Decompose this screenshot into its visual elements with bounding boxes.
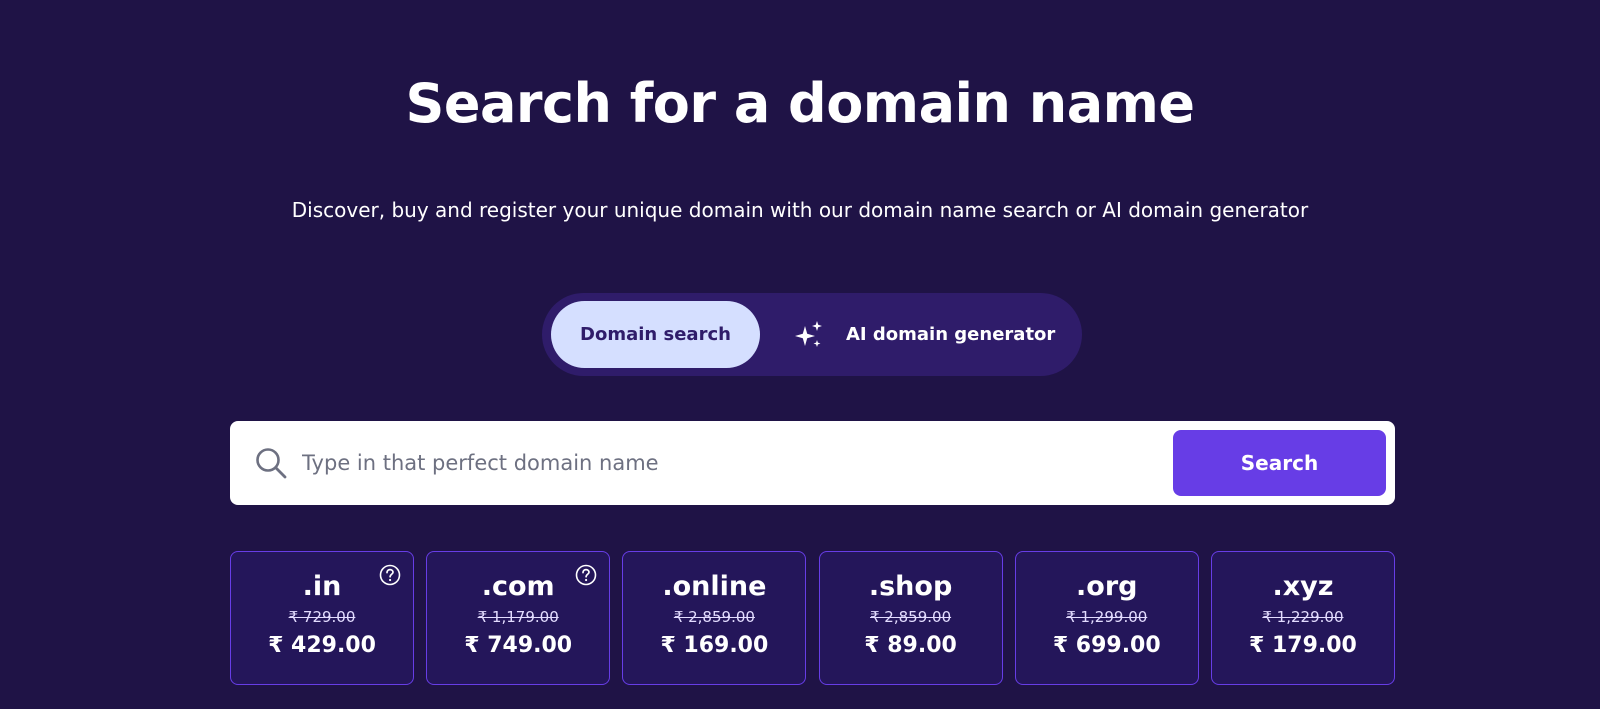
tld-price: ₹ 699.00 bbox=[1052, 633, 1161, 658]
page-subtitle: Discover, buy and register your unique d… bbox=[291, 198, 1309, 222]
domain-search-bar: Search bbox=[230, 421, 1395, 505]
tld-old-price: ₹ 2,859.00 bbox=[870, 608, 952, 626]
tab-domain-search-label: Domain search bbox=[580, 324, 731, 345]
page-title: Search for a domain name bbox=[405, 72, 1195, 135]
tld-old-price: ₹ 1,229.00 bbox=[1262, 608, 1344, 626]
help-icon[interactable] bbox=[575, 564, 597, 586]
domain-search-page: Search for a domain name Discover, buy a… bbox=[0, 0, 1600, 709]
tld-price: ₹ 89.00 bbox=[864, 633, 957, 658]
tld-price-list: .in ₹ 729.00 ₹ 429.00 .com ₹ 1,179.00 ₹ … bbox=[230, 551, 1395, 685]
sparkle-icon bbox=[794, 320, 824, 350]
tld-price: ₹ 169.00 bbox=[660, 633, 769, 658]
help-icon[interactable] bbox=[379, 564, 401, 586]
tab-ai-domain-generator[interactable]: AI domain generator bbox=[772, 301, 1072, 368]
tld-old-price: ₹ 729.00 bbox=[288, 608, 356, 626]
tld-card-com[interactable]: .com ₹ 1,179.00 ₹ 749.00 bbox=[426, 551, 611, 685]
tab-ai-domain-generator-label: AI domain generator bbox=[846, 324, 1056, 345]
tld-card-online[interactable]: .online ₹ 2,859.00 ₹ 169.00 bbox=[622, 551, 807, 685]
search-mode-toggle: Domain search AI domain generator bbox=[542, 293, 1082, 376]
tab-domain-search[interactable]: Domain search bbox=[551, 301, 760, 368]
search-button[interactable]: Search bbox=[1173, 430, 1386, 496]
tld-name: .org bbox=[1076, 571, 1138, 602]
tld-name: .xyz bbox=[1272, 571, 1334, 602]
tld-price: ₹ 429.00 bbox=[268, 633, 376, 658]
tld-price: ₹ 749.00 bbox=[464, 633, 573, 658]
tld-card-shop[interactable]: .shop ₹ 2,859.00 ₹ 89.00 bbox=[818, 551, 1003, 685]
tld-card-org[interactable]: .org ₹ 1,299.00 ₹ 699.00 bbox=[1014, 551, 1199, 685]
search-icon bbox=[254, 446, 288, 480]
tld-card-xyz[interactable]: .xyz ₹ 1,229.00 ₹ 179.00 bbox=[1210, 551, 1395, 685]
tld-old-price: ₹ 1,299.00 bbox=[1066, 608, 1148, 626]
tld-old-price: ₹ 2,859.00 bbox=[673, 608, 755, 626]
tld-name: .shop bbox=[868, 571, 953, 602]
tld-name: .online bbox=[662, 571, 767, 602]
tld-price: ₹ 179.00 bbox=[1249, 633, 1357, 658]
tld-card-in[interactable]: .in ₹ 729.00 ₹ 429.00 bbox=[230, 551, 414, 685]
tld-old-price: ₹ 1,179.00 bbox=[477, 608, 559, 626]
